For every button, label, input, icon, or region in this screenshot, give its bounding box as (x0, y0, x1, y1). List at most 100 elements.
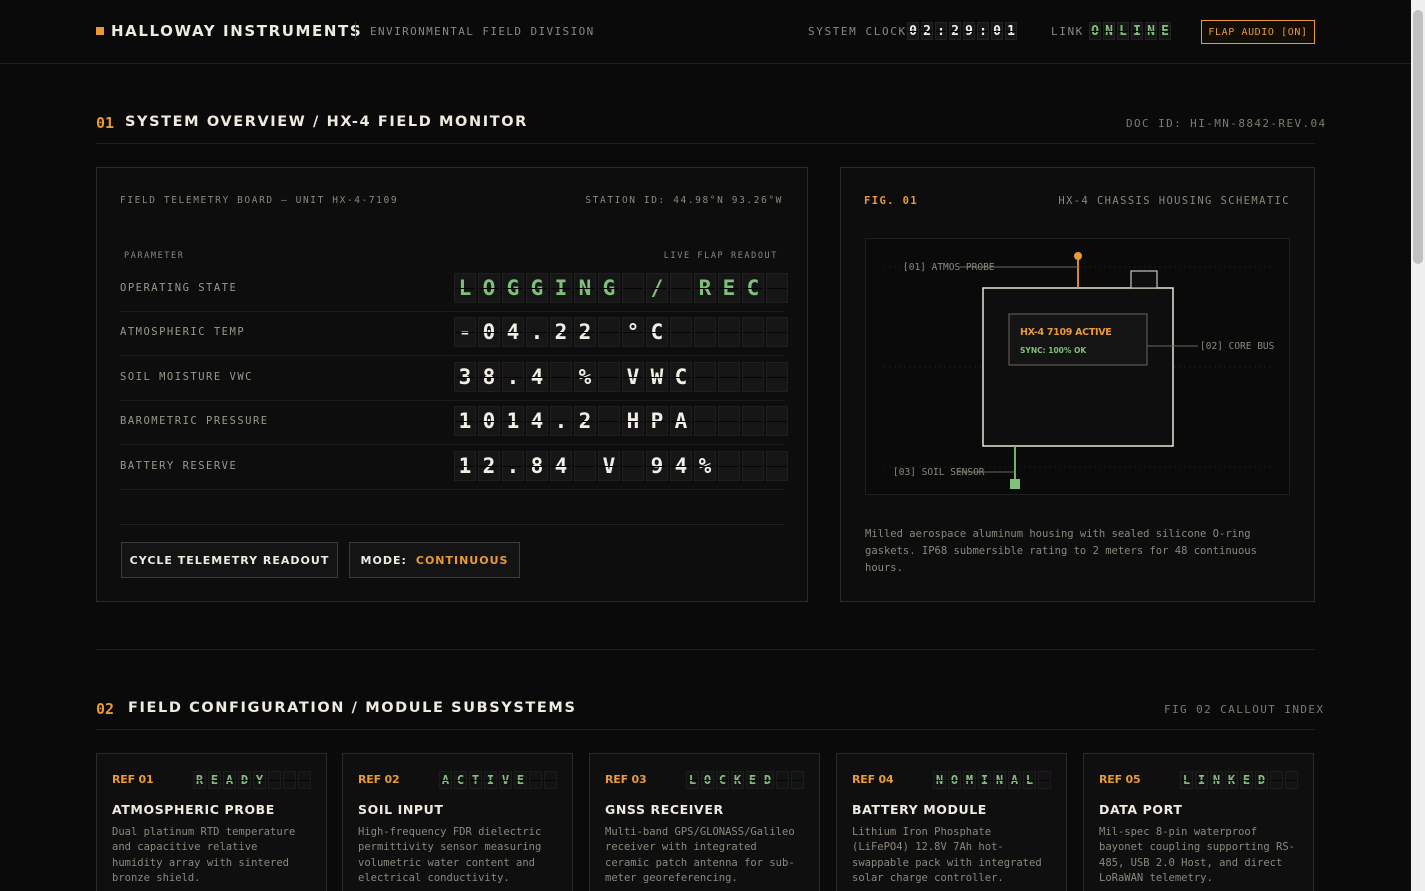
brand-divider (355, 22, 356, 40)
module-ref: REF 01 (112, 773, 154, 786)
link-flap-cell: O (1089, 22, 1101, 40)
flap-cell (766, 362, 788, 392)
status-flap-cell (529, 771, 542, 789)
status-flap-cell: I (1195, 771, 1208, 789)
module-description: Mil-spec 8-pin waterproof bayonet coupli… (1099, 826, 1295, 885)
flap-cell: 8 (478, 362, 500, 392)
status-flap-cell: A (1008, 771, 1021, 789)
telemetry-row: BAROMETRIC PRESSURE 1 0 1 4. 2 H P A (120, 400, 788, 445)
flap-cell (694, 406, 716, 436)
unit-status-text: HX-4 7109 ACTIVE (1020, 327, 1112, 338)
module-description: Dual platinum RTD temperature and capaci… (112, 826, 296, 885)
module-card: REF 04 N O M I N A L BATTERY MODULE Lithium Iron … (836, 753, 1067, 891)
flap-cell: C (646, 317, 668, 347)
flap-cell: V (622, 362, 644, 392)
module-status-readout: READY (193, 771, 311, 789)
readout-column-header: LIVE FLAP READOUT (663, 251, 778, 261)
top-bar: HALLOWAY INSTRUMENTS ENVIRONMENTAL FIELD… (0, 0, 1411, 64)
module-title: DATA PORT (1099, 802, 1183, 817)
mode-toggle-button[interactable]: MODE: CONTINUOUS (349, 542, 520, 578)
telemetry-divider (120, 524, 784, 525)
status-flap-cell: D (761, 771, 774, 789)
telemetry-parameter-label: BAROMETRIC PRESSURE (120, 415, 269, 427)
flap-cell (742, 362, 764, 392)
status-flap-cell: R (193, 771, 206, 789)
flap-cell (766, 317, 788, 347)
atmos-probe-tip (1074, 252, 1082, 260)
status-flap-cell: E (1240, 771, 1253, 789)
section-1-number: 01 (96, 114, 115, 132)
flap-cell: P (646, 406, 668, 436)
flap-cell (718, 451, 740, 481)
flap-cell (766, 451, 788, 481)
module-status-readout: NOMINAL (933, 771, 1051, 789)
clock-flap-cell: 0 (907, 22, 919, 40)
status-flap-cell: L (1180, 771, 1193, 789)
status-flap-cell: M (963, 771, 976, 789)
telemetry-parameter-label: ATMOSPHERIC TEMP (120, 326, 246, 338)
flap-readout: -0 4. 2 2 ° C (454, 317, 788, 347)
flap-cell: 0 (478, 317, 500, 347)
module-card: REF 02 A C T I V E SOIL INPUT High-frequency FDR… (342, 753, 573, 891)
telemetry-parameter-label: SOIL MOISTURE VWC (120, 371, 253, 383)
page-scrollbar-thumb[interactable] (1413, 10, 1423, 264)
status-flap-cell: L (1023, 771, 1036, 789)
flap-cell (694, 362, 716, 392)
callout-atmos-probe: [01] ATMOS PROBE (903, 262, 995, 273)
flap-cell (670, 273, 692, 303)
flap-audio-toggle-button[interactable]: FLAP AUDIO [ON] (1201, 20, 1315, 44)
flap-cell: 2 (478, 451, 500, 481)
module-description: Lithium Iron Phosphate (LiFePO4) 12.8V 7… (852, 826, 1042, 885)
flap-cell: 8 (526, 451, 548, 481)
flap-cell: 4 (502, 317, 524, 347)
status-flap-cell: O (701, 771, 714, 789)
section-2-divider (96, 729, 1315, 730)
status-flap-cell (298, 771, 311, 789)
clock-flap-cell: : (977, 22, 989, 40)
module-status-readout: ACTIVE (439, 771, 557, 789)
flap-cell: 1 (454, 406, 476, 436)
status-flap-cell: C (716, 771, 729, 789)
cycle-telemetry-readout-button[interactable]: CYCLE TELEMETRY READOUT (121, 542, 338, 578)
section-2-title: FIELD CONFIGURATION / MODULE SUBSYSTEMS (128, 700, 577, 716)
status-flap-cell (544, 771, 557, 789)
sync-status-text: SYNC: 100% OK (1020, 346, 1087, 355)
status-flap-cell: A (439, 771, 452, 789)
chassis-housing (982, 287, 1174, 447)
flap-cell: 4 (526, 406, 548, 436)
status-flap-cell: C (454, 771, 467, 789)
telemetry-row: SOIL MOISTURE VWC 3 8. 4% V W C (120, 356, 788, 401)
flap-cell (718, 317, 740, 347)
status-flap-cell: L (686, 771, 699, 789)
status-flap-cell (1285, 771, 1298, 789)
flap-readout: 1 2. 8 4 V 9 4% (454, 451, 788, 481)
module-title: BATTERY MODULE (852, 802, 987, 817)
status-flap-cell (283, 771, 296, 789)
module-ref: REF 02 (358, 773, 400, 786)
flap-cell: 3 (454, 362, 476, 392)
telemetry-board-title: FIELD TELEMETRY BOARD — UNIT HX-4-7109 (120, 195, 399, 206)
module-status-readout: LINKED (1180, 771, 1298, 789)
system-clock-readout: 02:29:01 (907, 22, 1017, 40)
flap-cell: 4 (550, 451, 572, 481)
system-clock-label: SYSTEM CLOCK (808, 25, 907, 38)
flap-cell (670, 317, 692, 347)
flap-cell (622, 451, 644, 481)
flap-cell: % (694, 451, 716, 481)
telemetry-parameter-label: OPERATING STATE (120, 282, 238, 294)
status-flap-cell: I (484, 771, 497, 789)
status-flap-cell: D (1255, 771, 1268, 789)
flap-cell (766, 273, 788, 303)
status-flap-cell: K (1225, 771, 1238, 789)
doc-id: DOC ID: HI-MN-8842-REV.04 (1126, 117, 1327, 130)
status-flap-cell: I (978, 771, 991, 789)
chassis-schematic-panel: FIG. 01 HX-4 CHASSIS HOUSING SCHEMATIC [… (840, 167, 1315, 602)
status-flap-cell: N (1210, 771, 1223, 789)
flap-cell: 4 (526, 362, 548, 392)
telemetry-row: ATMOSPHERIC TEMP -0 4. 2 2 ° C (120, 311, 788, 356)
flap-cell (598, 362, 620, 392)
module-card: REF 03 L O C K E D GNSS RECEIVER Multi-band GPS/… (589, 753, 820, 891)
flap-cell (550, 362, 572, 392)
flap-cell: G (598, 273, 620, 303)
module-title: SOIL INPUT (358, 802, 444, 817)
